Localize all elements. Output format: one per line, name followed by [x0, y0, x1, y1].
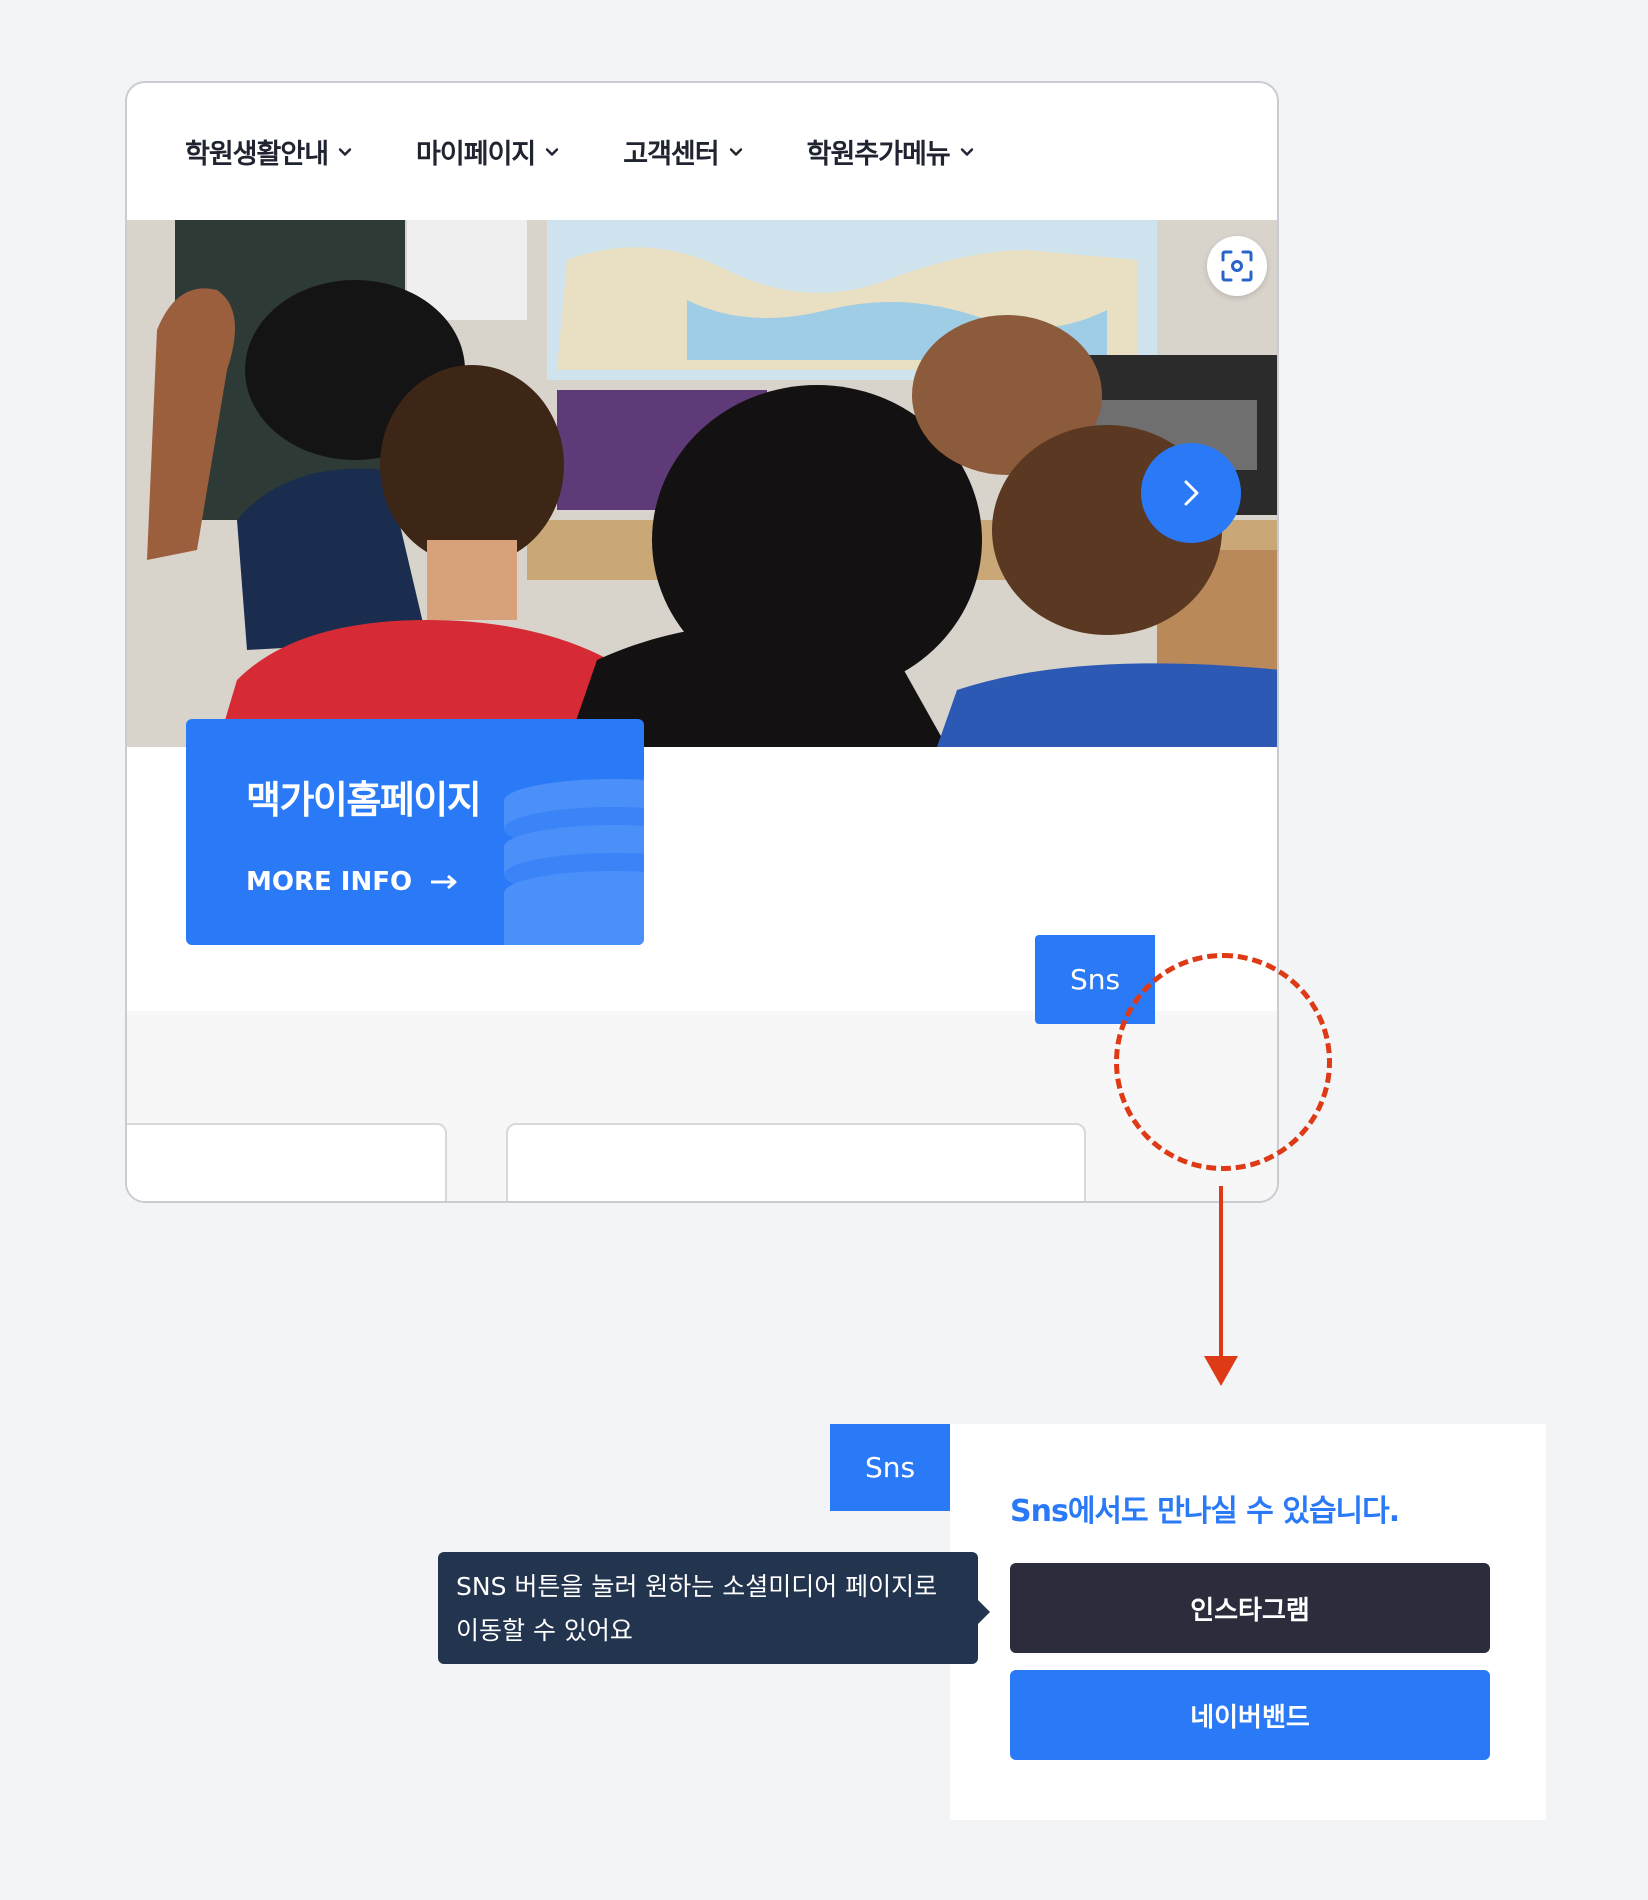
more-info-link[interactable]: MORE INFO — [246, 867, 458, 897]
instagram-button[interactable]: 인스타그램 — [1010, 1563, 1490, 1653]
tooltip-line: 이동할 수 있어요 — [456, 1616, 633, 1645]
tooltip-line: SNS 버튼을 눌러 원하는 소셜미디어 페이지로 — [456, 1572, 938, 1601]
sns-panel: Sns에서도 만나실 수 있습니다. 인스타그램 네이버밴드 — [950, 1424, 1546, 1820]
nav-item-customer-center[interactable]: 고객센터 — [623, 132, 742, 171]
nav-item-academy-life[interactable]: 학원생활안내 — [185, 132, 352, 171]
hero-slider — [127, 220, 1277, 747]
chevron-right-icon — [1184, 480, 1199, 506]
nav-item-mypage[interactable]: 마이페이지 — [416, 132, 559, 171]
nav-item-label: 고객센터 — [623, 139, 719, 170]
nav-item-label: 학원추가메뉴 — [806, 139, 951, 170]
arrow-down-icon — [1204, 1356, 1238, 1386]
content-card — [127, 1123, 447, 1201]
database-icon — [504, 779, 644, 945]
more-info-label: MORE INFO — [246, 867, 413, 897]
content-card — [506, 1123, 1086, 1201]
naver-band-button[interactable]: 네이버밴드 — [1010, 1670, 1490, 1760]
slider-next-button[interactable] — [1141, 443, 1241, 543]
sns-panel-heading: Sns에서도 만나실 수 있습니다. — [1010, 1494, 1400, 1529]
hero-info-card: 맥가이홈페이지 MORE INFO — [186, 719, 644, 945]
sns-tab-button-expanded[interactable]: Sns — [830, 1424, 950, 1511]
screen-capture-button[interactable] — [1207, 236, 1267, 296]
nav-item-extra-menu[interactable]: 학원추가메뉴 — [807, 132, 974, 171]
chevron-down-icon — [960, 147, 973, 156]
nav-item-label: 학원생활안내 — [185, 139, 329, 170]
highlight-circle-annotation — [1114, 953, 1332, 1171]
website-preview-frame: 학원생활안내 마이페이지 고객센터 학원추가메뉴 맥가이홈페이지 MORE IN… — [125, 81, 1279, 1203]
chevron-down-icon — [546, 147, 559, 156]
info-card-title: 맥가이홈페이지 — [246, 778, 482, 822]
chevron-down-icon — [729, 147, 742, 156]
focus-scan-icon — [1221, 250, 1253, 282]
chevron-down-icon — [338, 147, 352, 156]
nav-item-label: 마이페이지 — [416, 139, 536, 170]
annotation-arrow-line — [1219, 1186, 1223, 1358]
hero-classroom-image — [127, 220, 1277, 747]
arrow-right-icon — [431, 874, 457, 890]
top-navigation: 학원생활안내 마이페이지 고객센터 학원추가메뉴 — [127, 83, 1277, 220]
sns-tooltip: SNS 버튼을 눌러 원하는 소셜미디어 페이지로 이동할 수 있어요 — [438, 1552, 990, 1664]
